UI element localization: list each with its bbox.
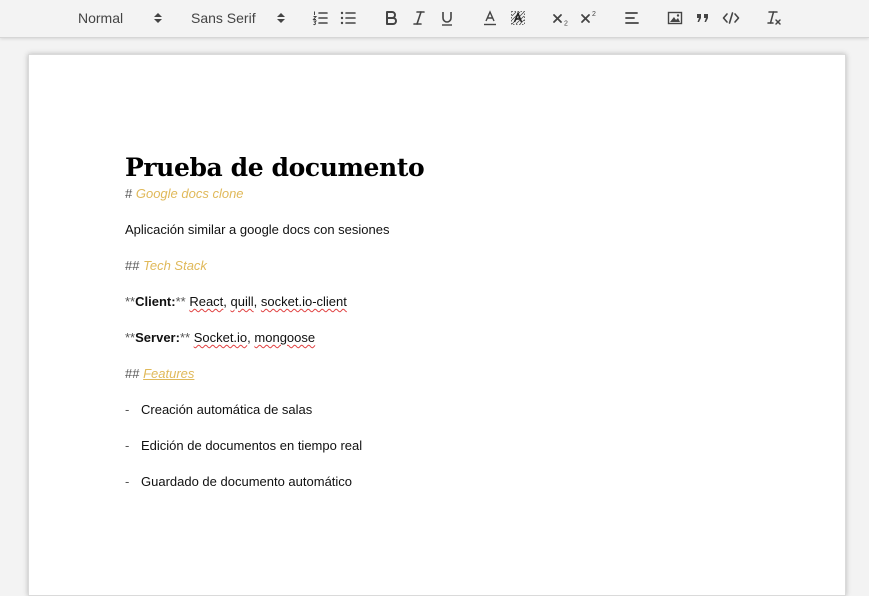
document-title: Prueba de documento: [125, 153, 425, 182]
feature-item: - Creación automática de salas: [125, 401, 312, 419]
client-line: **Client:** React, quill, socket.io-clie…: [125, 293, 347, 311]
underline-button[interactable]: [435, 6, 459, 30]
bold-marker: **: [175, 294, 186, 309]
svg-text:2: 2: [564, 21, 568, 27]
feature-item: - Guardado de documento automático: [125, 473, 352, 491]
underline-icon: [442, 12, 452, 26]
heading-text: Google docs clone: [135, 186, 244, 201]
code-icon: [722, 12, 740, 24]
align-left-icon: [625, 12, 639, 24]
tech-item: quill: [230, 294, 254, 309]
list-dash: -: [125, 438, 130, 453]
ordered-list-icon: [312, 11, 328, 26]
list-dash: -: [125, 402, 130, 417]
bold-marker: **: [125, 330, 136, 345]
clear-format-button[interactable]: [762, 6, 786, 30]
heading-text: Tech Stack: [143, 258, 207, 273]
feature-text: Edición de documentos en tiempo real: [141, 438, 363, 453]
feature-text: Guardado de documento automático: [141, 474, 353, 489]
tech-stack-heading-line: ## Tech Stack: [125, 257, 207, 275]
header-select[interactable]: Normal: [78, 8, 164, 28]
heading-marker: ##: [125, 366, 140, 381]
server-line: **Server:** Socket.io, mongoose: [125, 329, 315, 347]
markdown-heading-line: # Google docs clone: [125, 185, 244, 203]
image-button[interactable]: [663, 6, 687, 30]
subscript-icon: 2: [553, 14, 568, 27]
highlight-icon: [511, 11, 525, 25]
select-arrows-icon: [154, 13, 162, 23]
tech-item: React: [189, 294, 224, 309]
bold-marker: **: [179, 330, 191, 345]
server-tech-list: Socket.io, mongoose: [194, 330, 315, 345]
font-select-label: Sans Serif: [191, 10, 256, 26]
tech-item: Socket.io: [193, 330, 248, 345]
image-icon: [667, 11, 683, 25]
heading-marker: #: [125, 186, 133, 201]
font-select[interactable]: Sans Serif: [191, 8, 287, 28]
features-heading-line: ## Features: [125, 365, 194, 383]
client-tech-list: React, quill, socket.io-client: [189, 294, 347, 309]
feature-text: Creación automática de salas: [141, 402, 313, 417]
bold-icon: [386, 11, 397, 25]
bullet-list-icon: [340, 11, 356, 25]
list-dash: -: [125, 474, 130, 489]
bold-button[interactable]: [379, 6, 403, 30]
superscript-icon: 2: [581, 11, 596, 23]
bold-marker: **: [125, 294, 136, 309]
code-block-button[interactable]: [719, 6, 743, 30]
quote-icon: [697, 14, 708, 22]
italic-icon: [413, 11, 425, 25]
background-color-button[interactable]: [506, 6, 530, 30]
document-page[interactable]: Prueba de documento # Google docs clone …: [28, 54, 846, 596]
align-button[interactable]: [620, 6, 644, 30]
editor-toolbar: Normal Sans Serif 2 2: [0, 0, 869, 38]
intro-paragraph: Aplicación similar a google docs con ses…: [125, 222, 390, 237]
header-select-label: Normal: [78, 10, 124, 26]
italic-button[interactable]: [407, 6, 431, 30]
heading-text: Features: [143, 366, 195, 381]
svg-text:2: 2: [592, 11, 596, 18]
text-color-icon: [484, 10, 496, 26]
tech-item: socket.io-client: [260, 294, 347, 309]
subscript-button[interactable]: 2: [549, 6, 573, 30]
server-label: Server:: [135, 330, 180, 345]
separator: ,: [253, 294, 261, 309]
separator: ,: [223, 294, 231, 309]
tech-item: mongoose: [254, 330, 316, 345]
select-arrows-icon: [277, 13, 285, 23]
bullet-list-button[interactable]: [336, 6, 360, 30]
feature-item: - Edición de documentos en tiempo real: [125, 437, 362, 455]
clear-format-icon: [767, 11, 781, 25]
heading-marker: ##: [125, 258, 140, 273]
blockquote-button[interactable]: [691, 6, 715, 30]
client-label: Client:: [135, 294, 176, 309]
superscript-button[interactable]: 2: [577, 6, 601, 30]
text-color-button[interactable]: [478, 6, 502, 30]
ordered-list-button[interactable]: [308, 6, 332, 30]
